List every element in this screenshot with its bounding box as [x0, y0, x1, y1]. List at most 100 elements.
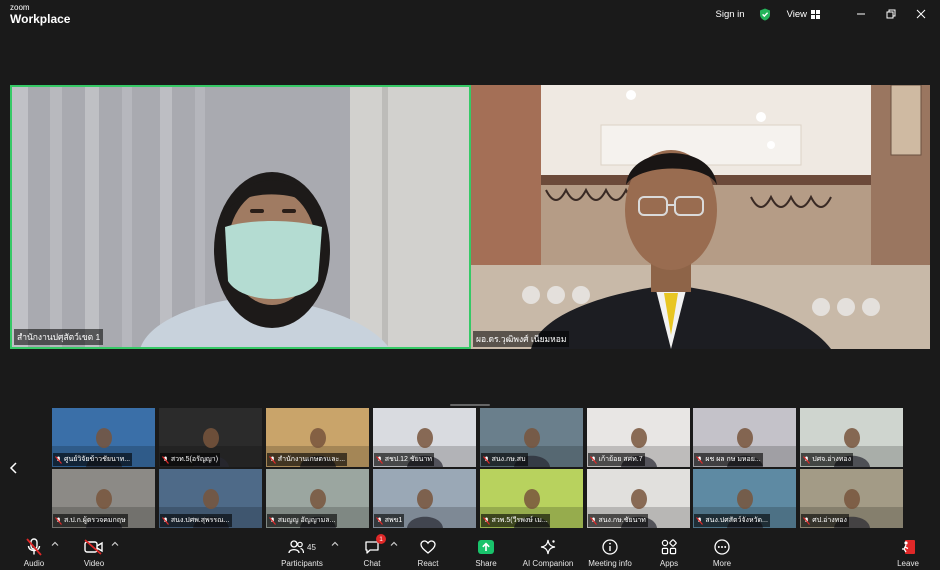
share-screen-icon — [478, 540, 494, 554]
apps-button[interactable]: Apps — [654, 530, 684, 570]
gallery-tile-name: ศป.อ่างทอง — [812, 517, 847, 524]
gallery-tile-label: สนง.ปศสัตว์จังหวัด... — [694, 514, 770, 527]
gallery-tile[interactable]: เก้าย้อย สศท.7 — [586, 408, 690, 467]
gallery-tile[interactable]: สนง.กษ.สบ — [479, 408, 583, 467]
top-bar: zoom Workplace Sign in View — [0, 0, 940, 28]
gallery-tile[interactable]: ผช ผล กษ มหอย... — [693, 408, 797, 467]
meeting-toolbar: Audio Video 45 Participants 1 Chat React… — [0, 530, 940, 570]
microphone-muted-icon — [803, 455, 811, 464]
gallery-tile-name: ปศจ.อ่างทอง — [812, 456, 852, 463]
video-tile-speaker-1[interactable]: สำนักงานปศุสัตว์เขต 1 — [10, 85, 471, 349]
gallery-tile[interactable]: ศูนย์วิจัยข้าวชัยนาท... — [52, 408, 155, 467]
chat-label: Chat — [363, 559, 381, 568]
gallery-tile-label: สนง.กษ.ชัยนาท — [587, 514, 648, 527]
gallery-tile-label: สพข1 — [373, 514, 405, 527]
meeting-info-label: Meeting info — [588, 559, 632, 568]
chevron-left-icon — [9, 462, 17, 474]
gallery-tile-label: สำนักงานเกษตรและ... — [266, 453, 348, 466]
microphone-muted-icon — [696, 516, 704, 525]
video-options-caret-icon[interactable] — [111, 540, 119, 548]
microphone-muted-icon — [482, 455, 490, 464]
gallery-tile-name: สนง.ปศพ.สุพรรณ... — [170, 517, 230, 524]
restore-icon — [886, 9, 896, 19]
participants-button[interactable]: 45 Participants — [278, 530, 326, 570]
microphone-muted-icon — [55, 455, 62, 464]
react-button[interactable]: React — [412, 530, 444, 570]
gallery-tile-label: สชป.12 ชัยนาท — [373, 453, 435, 466]
gallery-tile[interactable]: สนง.ปศพ.สุพรรณ... — [158, 469, 262, 528]
grid-view-icon — [811, 9, 820, 19]
camera-off-icon — [84, 539, 103, 555]
microphone-muted-icon — [589, 455, 597, 464]
gallery-tile-label: ศป.อ่างทอง — [801, 514, 849, 527]
gallery-tile[interactable]: สมญญ อัญญามล... — [265, 469, 369, 528]
chat-button[interactable]: 1 Chat — [356, 530, 388, 570]
gallery-tile-label: สมญญ อัญญามล... — [266, 514, 338, 527]
close-button[interactable] — [906, 0, 936, 28]
chat-unread-badge: 1 — [376, 534, 386, 544]
gallery-tile-label: สวพ.5(วีรพงษ์ เม... — [480, 514, 550, 527]
zoom-workplace-logo: zoom Workplace — [10, 4, 70, 26]
gallery-resize-handle[interactable] — [450, 404, 490, 406]
top-right-controls: Sign in View — [716, 0, 940, 28]
ai-companion-label: AI Companion — [522, 559, 574, 568]
close-icon — [916, 9, 926, 19]
microphone-muted-icon — [482, 516, 490, 525]
gallery-strip: ศูนย์วิจัยข้าวชัยนาท... สวท.5(อรัญญา) สำนั… — [52, 408, 904, 528]
microphone-muted-icon — [55, 516, 62, 525]
gallery-tile[interactable]: ปศจ.อ่างทอง — [800, 408, 904, 467]
more-label: More — [712, 559, 732, 568]
participants-label: Participants — [281, 559, 323, 568]
gallery-tile-name: สวพ.5(วีรพงษ์ เม... — [491, 517, 548, 524]
gallery-tile-name: สชป.12 ชัยนาท — [384, 456, 433, 463]
restore-button[interactable] — [876, 0, 906, 28]
shield-check-icon[interactable] — [759, 8, 771, 21]
minimize-button[interactable] — [846, 0, 876, 28]
microphone-muted-icon — [268, 455, 276, 464]
participant-video-2 — [471, 85, 930, 349]
gallery-tile[interactable]: สนง.ปศสัตว์จังหวัด... — [693, 469, 797, 528]
more-button[interactable]: More — [706, 530, 738, 570]
participant-count: 45 — [307, 542, 316, 552]
chat-options-caret-icon[interactable] — [390, 540, 398, 548]
gallery-tile[interactable]: สนง.กษ.ชัยนาท — [586, 469, 690, 528]
microphone-muted-icon — [696, 455, 704, 464]
microphone-muted-icon — [803, 516, 811, 525]
gallery-previous-button[interactable] — [6, 460, 20, 476]
gallery-tile[interactable]: สชป.12 ชัยนาท — [372, 408, 476, 467]
info-icon — [602, 539, 618, 555]
gallery-tile-name: สนง.กษ.สบ — [491, 456, 526, 463]
video-button[interactable]: Video — [78, 530, 110, 570]
gallery-tile[interactable]: ศป.อ่างทอง — [800, 469, 904, 528]
sparkle-icon — [540, 539, 556, 555]
gallery-tile[interactable]: ส.ป.ก.ผู้ตรวจคมกฤษ — [52, 469, 155, 528]
video-tile-speaker-2[interactable]: ผอ.ดร.วุฒิพงศ์ เนียมหอม — [471, 85, 930, 349]
gallery-tile[interactable]: สำนักงานเกษตรและ... — [265, 408, 369, 467]
audio-button[interactable]: Audio — [18, 530, 50, 570]
gallery-tile[interactable]: สพข1 — [372, 469, 476, 528]
meeting-info-button[interactable]: Meeting info — [586, 530, 634, 570]
audio-label: Audio — [23, 559, 45, 568]
gallery-tile-label: ส.ป.ก.ผู้ตรวจคมกฤษ — [53, 514, 128, 527]
leave-label: Leave — [897, 559, 919, 568]
video-label: Video — [83, 559, 105, 568]
gallery-tile[interactable]: สวท.5(อรัญญา) — [158, 408, 262, 467]
gallery-tile-name: สมญญ อัญญามล... — [277, 517, 336, 524]
sign-in-link[interactable]: Sign in — [716, 9, 745, 20]
leave-button[interactable]: Leave — [892, 530, 924, 570]
apps-label: Apps — [659, 559, 679, 568]
microphone-muted-icon — [375, 516, 383, 525]
gallery-tile[interactable]: สวพ.5(วีรพงษ์ เม... — [479, 469, 583, 528]
share-button[interactable]: Share — [470, 530, 502, 570]
view-label: View — [786, 8, 807, 20]
view-button[interactable]: View — [787, 9, 820, 20]
gallery-tile-label: สนง.กษ.สบ — [480, 453, 528, 466]
audio-options-caret-icon[interactable] — [51, 540, 59, 548]
participants-options-caret-icon[interactable] — [331, 540, 339, 548]
gallery-tile-name: สนง.กษ.ชัยนาท — [598, 517, 646, 524]
gallery-tile-label: สวท.5(อรัญญา) — [159, 453, 221, 466]
gallery-tile-name: สวท.5(อรัญญา) — [170, 456, 219, 463]
microphone-muted-icon — [375, 455, 383, 464]
gallery-tile-label: เก้าย้อย สศท.7 — [587, 453, 645, 466]
ai-companion-button[interactable]: AI Companion — [520, 530, 576, 570]
